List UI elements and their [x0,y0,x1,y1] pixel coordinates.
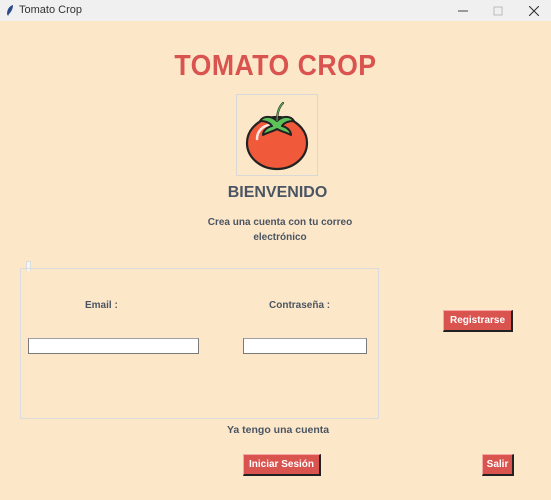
logo-frame [236,94,318,176]
exit-button[interactable]: Salir [482,454,514,476]
close-icon [529,5,539,16]
maximize-button[interactable] [481,0,515,21]
minimize-icon [458,10,468,11]
close-button[interactable] [517,0,551,21]
feather-icon [7,5,13,16]
app-title: TOMATO CROP [174,50,377,82]
tomato-icon [245,101,309,171]
email-field[interactable] [28,338,199,354]
minimize-button[interactable] [446,0,480,21]
email-label: Email : [85,300,118,311]
password-label: Contraseña : [269,300,331,311]
have-account-text: Ya tengo una cuenta [227,424,330,436]
window-title: Tomato Crop [19,4,82,16]
welcome-heading: BIENVENIDO [227,184,328,201]
register-button[interactable]: Registrarse [443,310,513,332]
subtitle: Crea una cuenta con tu correo electrónic… [190,215,370,245]
password-field[interactable] [243,338,367,354]
maximize-icon [493,6,503,15]
subtitle-line-1: Crea una cuenta con tu correo [207,217,353,228]
login-button[interactable]: Iniciar Sesión [243,454,321,476]
title-bar: Tomato Crop [0,0,551,21]
subtitle-line-2: electrónico [253,232,307,243]
